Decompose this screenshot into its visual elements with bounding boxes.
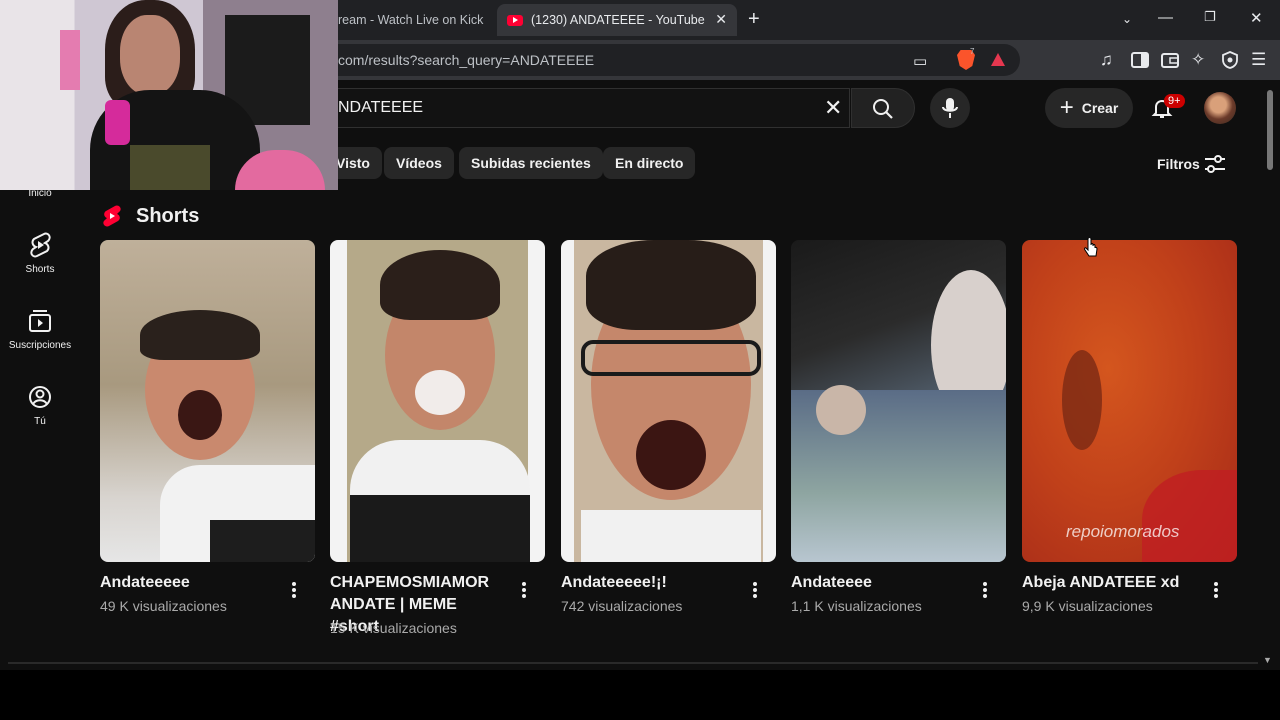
create-button[interactable]: + Crear bbox=[1045, 88, 1133, 128]
search-input-value[interactable]: NDATEEEE bbox=[338, 99, 423, 117]
short-thumbnail[interactable] bbox=[330, 240, 545, 562]
tab-search-chevron-icon[interactable]: ⌄ bbox=[1122, 12, 1132, 26]
short-card[interactable]: Andateeee 1,1 K visualizaciones bbox=[791, 240, 1006, 614]
short-title[interactable]: Andateeee bbox=[791, 572, 971, 594]
sidebar-item-shorts[interactable]: Shorts bbox=[0, 232, 80, 275]
short-card[interactable]: CHAPEMOSMIAMOR ANDATE | MEME #short 15 K… bbox=[330, 240, 545, 636]
page-scrollbar[interactable] bbox=[1262, 80, 1276, 670]
subscriptions-icon bbox=[29, 310, 51, 332]
short-card[interactable]: Andateeeee!¡! 742 visualizaciones bbox=[561, 240, 776, 614]
avatar[interactable] bbox=[1204, 92, 1236, 124]
short-thumbnail[interactable] bbox=[561, 240, 776, 562]
more-options-icon[interactable] bbox=[979, 580, 991, 600]
sidebar-item-tu[interactable]: Tú bbox=[0, 384, 80, 427]
short-card[interactable]: Andateeeee 49 K visualizaciones bbox=[100, 240, 315, 614]
restore-icon[interactable]: ❐ bbox=[1204, 9, 1216, 25]
short-views: 742 visualizaciones bbox=[561, 598, 683, 614]
brave-rewards-icon[interactable] bbox=[991, 53, 1005, 66]
chip-subidas-recientes[interactable]: Subidas recientes bbox=[459, 147, 603, 179]
vpn-shield-icon[interactable] bbox=[1222, 51, 1238, 69]
filters-icon[interactable] bbox=[1204, 154, 1226, 174]
leo-ai-icon[interactable]: ✧ bbox=[1191, 50, 1205, 70]
search-button[interactable] bbox=[851, 88, 915, 128]
short-title[interactable]: Andateeeee!¡! bbox=[561, 572, 741, 594]
clear-search-icon[interactable]: ✕ bbox=[824, 95, 842, 121]
short-card[interactable]: repoiomorados Abeja ANDATEEE xd 9,9 K vi… bbox=[1022, 240, 1237, 614]
new-tab-icon[interactable]: + bbox=[748, 8, 760, 31]
sidebar-item-label: Suscripciones bbox=[8, 340, 72, 351]
sidebar-item-label: Shorts bbox=[25, 264, 55, 275]
search-icon bbox=[873, 99, 893, 119]
tab-kick[interactable]: ream - Watch Live on Kick bbox=[330, 4, 490, 36]
chip-en-directo[interactable]: En directo bbox=[603, 147, 696, 179]
video-watermark: repoiomorados bbox=[1066, 522, 1180, 541]
tab-youtube-title: (1230) ANDATEEEE - YouTube bbox=[531, 13, 705, 27]
sidebar-icon[interactable] bbox=[1131, 52, 1149, 68]
tab-youtube[interactable]: (1230) ANDATEEEE - YouTube ✕ bbox=[497, 4, 737, 36]
short-thumbnail[interactable] bbox=[100, 240, 315, 562]
shorts-logo-icon bbox=[103, 205, 121, 227]
url-text[interactable]: com/results?search_query=ANDATEEEE bbox=[338, 52, 594, 68]
music-icon[interactable]: ♫ bbox=[1100, 50, 1113, 70]
mouse-cursor-icon bbox=[1084, 238, 1098, 257]
youtube-favicon-icon bbox=[507, 14, 523, 26]
more-options-icon[interactable] bbox=[749, 580, 761, 600]
cast-icon[interactable]: ▭ bbox=[913, 52, 927, 70]
webcam-overlay bbox=[0, 0, 338, 190]
minimize-icon[interactable]: — bbox=[1158, 9, 1173, 26]
sidebar-item-label: Tú bbox=[34, 416, 46, 427]
short-views: 15 K visualizaciones bbox=[330, 620, 457, 636]
scroll-down-arrow-icon[interactable]: ▼ bbox=[1263, 655, 1272, 665]
create-label: Crear bbox=[1081, 100, 1119, 116]
filters-button[interactable]: Filtros bbox=[1157, 156, 1200, 172]
menu-icon[interactable]: ☰ bbox=[1251, 50, 1266, 70]
more-options-icon[interactable] bbox=[1210, 580, 1222, 600]
short-title[interactable]: Andateeeee bbox=[100, 572, 280, 594]
wallet-icon[interactable] bbox=[1161, 52, 1179, 68]
brave-shield-count: 7 bbox=[970, 47, 975, 56]
short-views: 1,1 K visualizaciones bbox=[791, 598, 922, 614]
short-views: 49 K visualizaciones bbox=[100, 598, 227, 614]
more-options-icon[interactable] bbox=[518, 580, 530, 600]
plus-icon: + bbox=[1059, 94, 1074, 121]
tab-kick-title: ream - Watch Live on Kick bbox=[338, 13, 484, 27]
sidebar-item-suscripciones[interactable]: Suscripciones bbox=[0, 308, 80, 351]
chip-videos[interactable]: Vídeos bbox=[384, 147, 454, 179]
scrollbar-thumb[interactable] bbox=[1267, 90, 1273, 170]
section-title: Shorts bbox=[136, 205, 200, 227]
short-thumbnail[interactable] bbox=[791, 240, 1006, 562]
short-views: 9,9 K visualizaciones bbox=[1022, 598, 1153, 614]
shorts-icon bbox=[30, 232, 51, 258]
short-thumbnail[interactable]: repoiomorados bbox=[1022, 240, 1237, 562]
microphone-icon bbox=[942, 98, 958, 118]
close-tab-icon[interactable]: ✕ bbox=[715, 11, 727, 28]
more-options-icon[interactable] bbox=[288, 580, 300, 600]
short-title[interactable]: Abeja ANDATEEE xd bbox=[1022, 572, 1202, 594]
section-divider bbox=[8, 662, 1258, 664]
close-window-icon[interactable]: ✕ bbox=[1250, 9, 1263, 27]
notifications-badge: 9+ bbox=[1164, 94, 1185, 108]
voice-search-button[interactable] bbox=[930, 88, 970, 128]
you-icon bbox=[29, 386, 51, 408]
